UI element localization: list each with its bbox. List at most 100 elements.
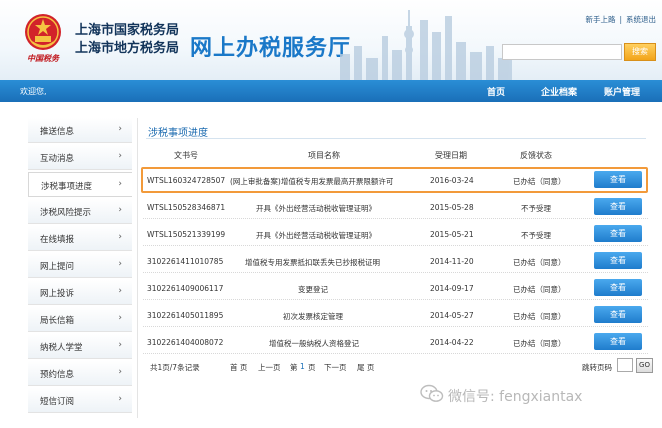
accept-date: 2015-05-21 xyxy=(430,230,474,239)
page-prefix: 第 xyxy=(290,363,298,372)
top-links: 新手上路 | 系统退出 xyxy=(583,14,658,25)
sidebar-item-label: 纳税人学堂 xyxy=(40,343,83,353)
current-page-number: 1 xyxy=(300,362,305,371)
accept-date: 2014-09-17 xyxy=(430,284,474,293)
sidebar-item-tax-progress[interactable]: 涉税事项进度 › xyxy=(28,172,132,197)
chevron-right-icon: › xyxy=(118,313,122,323)
sidebar-item-label: 网上投诉 xyxy=(40,289,75,299)
table-row: WTSL150521339199 开具《外出经营活动税收管理证明》 2015-0… xyxy=(143,222,648,246)
feedback-status: 已办结（同意） xyxy=(513,177,566,186)
table-row: WTSL150528346871 开具《外出经营活动税收管理证明》 2015-0… xyxy=(143,195,648,219)
accept-date: 2016-03-24 xyxy=(430,176,474,185)
wechat-icon xyxy=(420,384,444,402)
chevron-right-icon: › xyxy=(118,205,122,215)
table-row: 3102261411010785 增值税专用发票抵扣联丢失已抄报税证明 2014… xyxy=(143,249,648,273)
sidebar-item-label: 涉税风险提示 xyxy=(40,208,92,218)
nav-home[interactable]: 首页 xyxy=(487,85,505,98)
sidebar-item-label: 网上提问 xyxy=(40,262,75,272)
tax-emblem-logo xyxy=(25,14,61,50)
site-title: 网上办税服务厅 xyxy=(190,36,352,61)
feedback-status: 不予受理 xyxy=(521,204,551,213)
sidebar-item-director-mailbox[interactable]: 局长信箱 › xyxy=(28,307,132,332)
page-title: 涉税事项进度 xyxy=(148,128,208,139)
feedback-status: 已办结（同意） xyxy=(513,339,566,348)
sidebar-item-label: 涉税事项进度 xyxy=(41,182,93,192)
accept-date: 2014-04-22 xyxy=(430,338,474,347)
column-header-doc-no: 文书号 xyxy=(174,151,198,160)
doc-number: 3102261409006117 xyxy=(147,284,224,293)
sidebar-item-label: 预约信息 xyxy=(40,370,75,380)
sidebar-item-push-messages[interactable]: 推送信息 › xyxy=(28,118,132,143)
view-button[interactable]: 查看 xyxy=(594,306,642,323)
link-separator: | xyxy=(619,15,622,24)
next-page-link[interactable]: 下一页 xyxy=(324,362,347,373)
feedback-status: 已办结（同意） xyxy=(513,258,566,267)
column-header-status: 反馈状态 xyxy=(520,151,552,160)
view-button[interactable]: 查看 xyxy=(594,225,642,242)
accept-date: 2014-11-20 xyxy=(430,257,474,266)
view-button[interactable]: 查看 xyxy=(594,171,642,188)
sidebar-item-label: 短信订阅 xyxy=(40,397,75,407)
bureau-name-national: 上海市国家税务局 xyxy=(75,23,180,38)
table-row: WTSL160324728507 (网上审批备案)增值税专用发票最高开票限额许可… xyxy=(143,168,648,192)
chevron-right-icon: › xyxy=(118,394,122,404)
sidebar-item-online-complaints[interactable]: 网上投诉 › xyxy=(28,280,132,305)
search-button[interactable]: 搜索 xyxy=(624,43,656,61)
chevron-right-icon: › xyxy=(118,151,122,161)
sidebar-item-taxpayer-school[interactable]: 纳税人学堂 › xyxy=(28,334,132,359)
nav-account-management[interactable]: 账户管理 xyxy=(604,85,640,98)
sidebar-item-label: 局长信箱 xyxy=(40,316,75,326)
last-page-link[interactable]: 尾 页 xyxy=(357,362,374,373)
sidebar-item-online-filing[interactable]: 在线填报 › xyxy=(28,226,132,251)
chevron-right-icon: › xyxy=(118,367,122,377)
watermark-text: 微信号: fengxiantax xyxy=(448,389,583,405)
city-skyline-image xyxy=(340,10,512,80)
sidebar-item-interactive-messages[interactable]: 互动消息 › xyxy=(28,145,132,170)
project-name: (网上审批备案)增值税专用发票最高开票限额许可 xyxy=(230,177,394,186)
sidebar-item-tax-risk-alerts[interactable]: 涉税风险提示 › xyxy=(28,199,132,224)
sidebar-item-online-questions[interactable]: 网上提问 › xyxy=(28,253,132,278)
record-summary: 共1页/7条记录 xyxy=(150,363,200,372)
beginner-guide-link[interactable]: 新手上路 xyxy=(585,15,615,24)
feedback-status: 已办结（同意） xyxy=(513,312,566,321)
chevron-right-icon: › xyxy=(118,232,122,242)
chevron-right-icon: › xyxy=(118,124,122,134)
logout-link[interactable]: 系统退出 xyxy=(626,15,656,24)
bureau-name-local: 上海市地方税务局 xyxy=(75,41,180,56)
page-suffix: 页 xyxy=(308,363,316,372)
title-divider xyxy=(146,138,646,139)
first-page-link[interactable]: 首 页 xyxy=(230,362,247,373)
chevron-right-icon: › xyxy=(118,340,122,350)
column-header-date: 受理日期 xyxy=(435,151,467,160)
project-name: 开具《外出经营活动税收管理证明》 xyxy=(256,204,376,213)
view-button[interactable]: 查看 xyxy=(594,279,642,296)
chevron-right-icon: › xyxy=(118,286,122,296)
sidebar-item-label: 互动消息 xyxy=(40,154,75,164)
doc-number: 3102261405011895 xyxy=(147,311,224,320)
main-nav-bar: 欢迎您, 首页 企业档案 账户管理 xyxy=(0,80,662,102)
accept-date: 2015-05-28 xyxy=(430,203,474,212)
sidebar-item-label: 推送信息 xyxy=(40,127,75,137)
wechat-watermark: 微信号: fengxiantax xyxy=(420,384,660,406)
view-button[interactable]: 查看 xyxy=(594,198,642,215)
nav-company-profile[interactable]: 企业档案 xyxy=(541,85,577,98)
site-header: 中国税务 上海市国家税务局 上海市地方税务局 网上办税服务厅 新手上路 | 系统退出 xyxy=(0,0,662,80)
feedback-status: 不予受理 xyxy=(521,231,551,240)
chevron-right-icon: › xyxy=(118,179,122,189)
doc-number: WTSL150521339199 xyxy=(147,230,226,239)
sidebar-item-sms-subscription[interactable]: 短信订阅 › xyxy=(28,388,132,413)
sidebar-item-label: 在线填报 xyxy=(40,235,75,245)
search-input[interactable] xyxy=(502,44,622,60)
sidebar-menu: 推送信息 › 互动消息 › 涉税事项进度 › 涉税风险提示 › 在线填报 › 网… xyxy=(28,118,132,415)
go-button[interactable]: GO xyxy=(636,358,653,373)
view-button[interactable]: 查看 xyxy=(594,333,642,350)
project-name: 变更登记 xyxy=(298,285,328,294)
column-header-project: 项目名称 xyxy=(308,151,340,160)
table-row: 3102261404008072 增值税一般纳税人资格登记 2014-04-22… xyxy=(143,330,648,354)
view-button[interactable]: 查看 xyxy=(594,252,642,269)
sidebar-item-appointments[interactable]: 预约信息 › xyxy=(28,361,132,386)
jump-page-input[interactable] xyxy=(617,358,633,372)
emblem-caption: 中国税务 xyxy=(27,53,59,63)
prev-page-link[interactable]: 上一页 xyxy=(258,362,281,373)
table-row: 3102261405011895 初次发票核定管理 2014-05-27 已办结… xyxy=(143,303,648,327)
